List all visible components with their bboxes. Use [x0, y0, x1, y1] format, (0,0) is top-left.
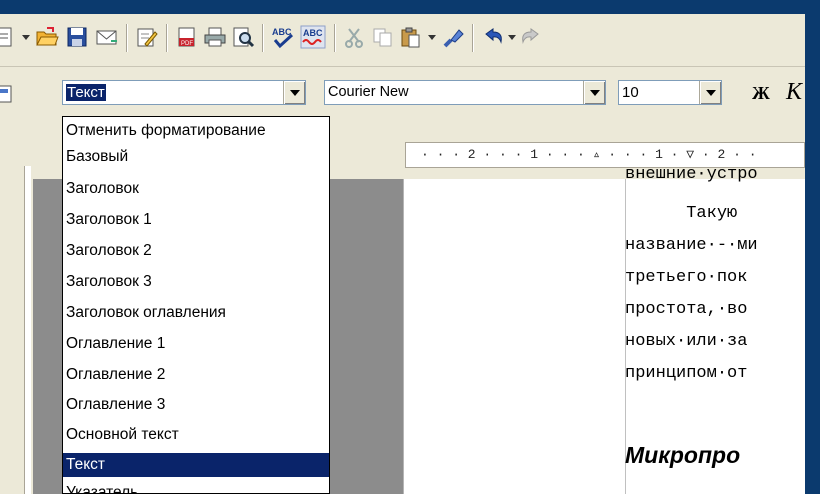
chevron-down-icon[interactable] — [583, 81, 605, 104]
chevron-down-icon[interactable] — [283, 81, 305, 104]
style-option[interactable]: Заголовок 1 — [63, 208, 329, 232]
vertical-ruler — [24, 166, 31, 494]
new-document-icon[interactable] — [0, 24, 18, 50]
toolbar-separator — [126, 24, 127, 52]
style-option[interactable]: Заголовок 3 — [63, 270, 329, 294]
style-option[interactable]: Базовый — [63, 145, 329, 169]
formatting-toolbar: Текст Courier New 10 Ж К — [0, 67, 805, 121]
toolbar-separator — [334, 24, 335, 52]
cut-icon[interactable] — [342, 24, 368, 50]
save-icon[interactable] — [64, 24, 90, 50]
svg-text:ABC: ABC — [303, 28, 323, 38]
ruler-marks: · · · 2 · · · 1 · · · ▵ · · · 1 · ▽ · 2 … — [421, 147, 757, 162]
italic-button[interactable]: К — [786, 79, 802, 106]
document-line[interactable]: название·-·ми — [625, 236, 758, 255]
paste-icon[interactable] — [398, 24, 424, 50]
autospellcheck-icon[interactable]: ABC — [300, 24, 326, 50]
style-option[interactable]: Оглавление 2 — [63, 363, 329, 387]
document-line[interactable]: третьего·пок — [625, 268, 747, 287]
spellcheck-icon[interactable]: ABC — [270, 24, 296, 50]
styles-and-formatting-icon[interactable] — [0, 81, 16, 107]
print-preview-icon[interactable] — [230, 24, 256, 50]
document-line[interactable]: простота,·во — [625, 300, 747, 319]
redo-icon[interactable] — [518, 24, 544, 50]
open-folder-icon[interactable] — [34, 24, 60, 50]
style-option[interactable]: Основной текст — [63, 423, 329, 447]
style-option[interactable]: Заголовок оглавления — [63, 301, 329, 325]
document-line[interactable]: Такую — [625, 204, 737, 223]
font-name-combo[interactable]: Courier New — [324, 80, 606, 105]
document-line[interactable]: новых·или·за — [625, 332, 747, 351]
paragraph-style-value[interactable]: Текст — [66, 84, 106, 101]
font-size-value[interactable]: 10 — [622, 84, 639, 101]
style-option[interactable]: Указатель — [63, 481, 329, 493]
export-pdf-icon[interactable]: PDF — [174, 24, 200, 50]
svg-text:PDF: PDF — [181, 41, 193, 47]
toolbar-separator — [262, 24, 263, 52]
document-heading[interactable]: Микропро — [625, 442, 740, 469]
style-option-selected[interactable]: Текст — [63, 453, 329, 477]
copy-icon[interactable] — [370, 24, 396, 50]
style-option[interactable]: Отменить форматирование — [63, 119, 329, 143]
style-option[interactable]: Заголовок 2 — [63, 239, 329, 263]
style-option[interactable]: Заголовок — [63, 177, 329, 201]
standard-toolbar: PDF ABC ABC — [0, 14, 805, 67]
paragraph-style-dropdown[interactable]: Отменить форматирование Базовый Заголово… — [62, 116, 330, 494]
style-option[interactable]: Оглавление 3 — [63, 393, 329, 417]
chevron-down-icon[interactable] — [699, 81, 721, 104]
new-dropdown-arrow-icon[interactable] — [22, 35, 30, 40]
font-size-combo[interactable]: 10 — [618, 80, 722, 105]
document-line[interactable]: внешние·устро — [625, 165, 758, 184]
app-frame: PDF ABC ABC Текст Courier New 10 Ж К · ·… — [0, 0, 820, 494]
toolbar-separator — [166, 24, 167, 52]
print-icon[interactable] — [202, 24, 228, 50]
vertical-ruler-area — [0, 142, 34, 494]
bold-button[interactable]: Ж — [752, 83, 770, 104]
edit-file-icon[interactable] — [134, 24, 160, 50]
undo-dropdown-arrow-icon[interactable] — [508, 35, 516, 40]
paste-dropdown-arrow-icon[interactable] — [428, 35, 436, 40]
email-icon[interactable] — [94, 24, 120, 50]
toolbar-separator — [472, 24, 473, 52]
clone-formatting-icon[interactable] — [440, 24, 466, 50]
style-option[interactable]: Оглавление 1 — [63, 332, 329, 356]
paragraph-style-combo[interactable]: Текст — [62, 80, 306, 105]
document-line[interactable]: принципом·от — [625, 364, 747, 383]
svg-text:ABC: ABC — [272, 27, 292, 37]
font-name-value[interactable]: Courier New — [328, 84, 409, 100]
undo-icon[interactable] — [480, 24, 506, 50]
